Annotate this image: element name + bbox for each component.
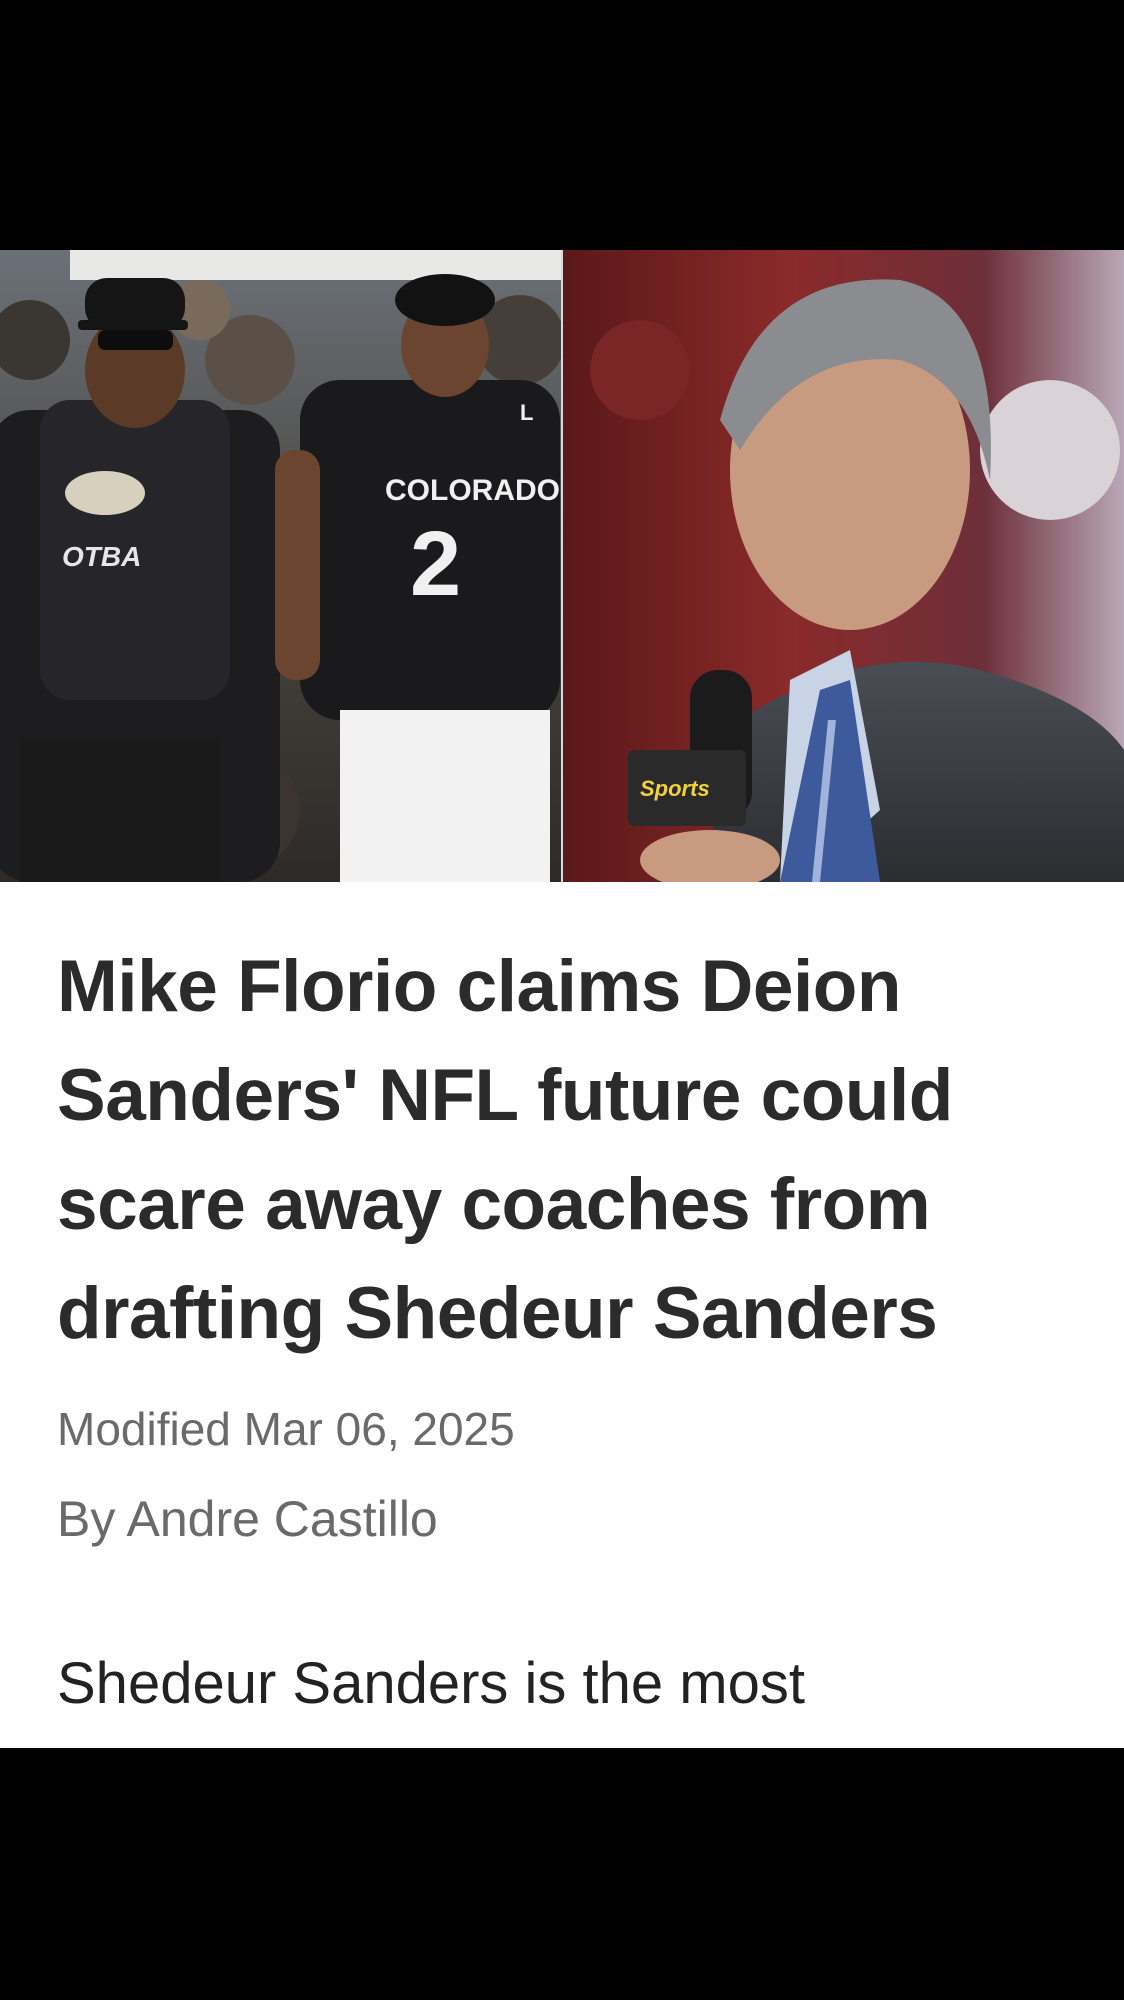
left-photo-panel: OTBA COLORADO 2 L [0,250,565,882]
hoodie-text: OTBA [62,541,141,572]
author-byline[interactable]: By Andre Castillo [57,1490,438,1548]
hero-image: OTBA COLORADO 2 L Sports [0,250,1124,882]
right-photo-panel: Sports [563,250,1124,882]
article-card: Mike Florio claims Deion Sanders' NFL fu… [0,882,1124,1748]
mic-flag-text: Sports [640,776,710,801]
jersey-number: 2 [410,513,461,615]
modified-date: Modified Mar 06, 2025 [57,1403,515,1455]
article-headline: Mike Florio claims Deion Sanders' NFL fu… [57,946,953,1354]
bottom-letterbox [0,1748,1124,2000]
top-letterbox [0,0,1124,250]
jersey-text: COLORADO [385,474,560,507]
sleeve-letter: L [520,400,533,425]
article-body: Shedeur Sanders is the most [57,1651,805,1716]
